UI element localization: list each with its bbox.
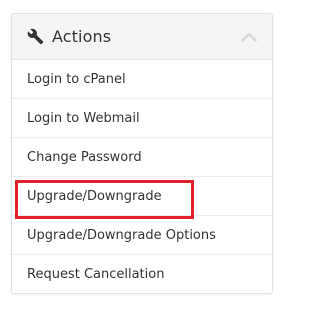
panel-title: Actions xyxy=(52,27,112,46)
action-label: Change Password xyxy=(27,149,142,165)
panel-header[interactable]: Actions xyxy=(12,14,272,60)
action-login-webmail[interactable]: Login to Webmail xyxy=(12,99,272,138)
action-label: Request Cancellation xyxy=(27,267,165,282)
wrench-icon xyxy=(26,28,44,46)
action-label: Login to cPanel xyxy=(27,71,126,87)
action-change-password[interactable]: Change Password xyxy=(12,138,272,177)
action-request-cancellation[interactable]: Request Cancellation xyxy=(12,255,272,293)
action-login-cpanel[interactable]: Login to cPanel xyxy=(12,60,272,99)
action-upgrade-downgrade[interactable]: Upgrade/Downgrade xyxy=(12,177,272,219)
action-label: Upgrade/Downgrade Options xyxy=(27,227,216,243)
chevron-up-icon[interactable] xyxy=(240,28,258,46)
actions-panel: Actions Login to cPanel Login to Webmail… xyxy=(11,13,273,294)
action-label: Upgrade/Downgrade xyxy=(27,188,162,204)
action-label: Login to Webmail xyxy=(27,110,140,126)
action-upgrade-downgrade-options[interactable]: Upgrade/Downgrade Options xyxy=(12,216,272,255)
actions-list: Login to cPanel Login to Webmail Change … xyxy=(12,60,272,293)
